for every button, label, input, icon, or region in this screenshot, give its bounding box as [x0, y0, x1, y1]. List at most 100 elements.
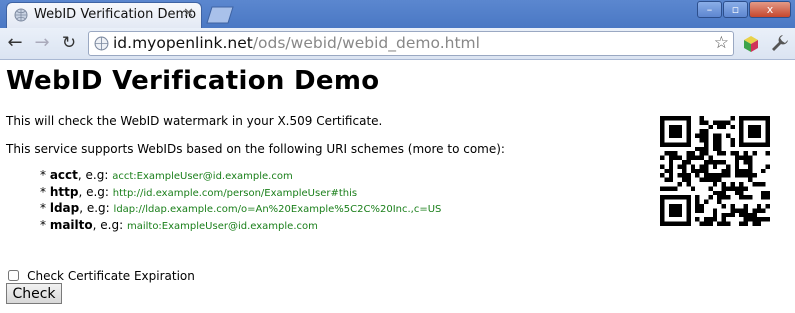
qr-module: [677, 124, 682, 130]
qr-module: [721, 195, 726, 200]
qr-module: [739, 182, 744, 187]
qr-module: [717, 146, 722, 152]
qr-module: [748, 142, 753, 147]
qr-module: [677, 204, 682, 209]
qr-module: [739, 212, 744, 218]
qr-module: [712, 160, 718, 165]
qr-module: [668, 177, 674, 182]
qr-module: [756, 116, 762, 121]
qr-module: [668, 116, 674, 121]
qr-module: [686, 142, 691, 147]
back-icon[interactable]: ←: [4, 32, 26, 54]
qr-module: [699, 151, 704, 156]
window-controls: – ▫ x: [696, 1, 791, 19]
wrench-icon[interactable]: [770, 33, 790, 53]
qr-module: [752, 212, 757, 218]
qr-module: [699, 133, 704, 138]
qr-module: [748, 173, 753, 178]
qr-module: [761, 208, 766, 213]
star-icon[interactable]: ☆: [714, 33, 729, 53]
qr-module: [699, 146, 704, 152]
qr-module: [726, 195, 731, 200]
qr-module: [695, 155, 700, 160]
qr-module: [673, 208, 678, 213]
qr-module: [668, 204, 674, 209]
maximize-button[interactable]: ▫: [723, 1, 748, 18]
qr-module: [660, 186, 665, 191]
qr-module: [664, 116, 669, 121]
qr-module: [721, 217, 726, 222]
qr-module: [743, 204, 748, 209]
qr-module: [682, 221, 687, 226]
qr-module: [673, 124, 678, 130]
qr-module: [660, 129, 665, 134]
extension-icon[interactable]: [741, 34, 761, 54]
close-icon[interactable]: ✕: [183, 6, 194, 21]
qr-module: [704, 221, 709, 226]
qr-module: [708, 177, 713, 182]
qr-module: [668, 168, 674, 174]
qr-module: [660, 155, 665, 160]
qr-module: [695, 133, 700, 138]
qr-module: [686, 124, 691, 130]
qr-module: [695, 173, 700, 178]
qr-module: [739, 173, 744, 178]
eg-label: , e.g:: [78, 184, 109, 199]
qr-module: [717, 138, 722, 143]
qr-module: [721, 151, 726, 156]
qr-module: [677, 195, 682, 200]
address-bar[interactable]: id.myopenlink.net/ods/webid/webid_demo.h…: [88, 31, 734, 56]
qr-module: [677, 133, 682, 138]
qr-module: [673, 221, 678, 226]
qr-module: [734, 160, 740, 165]
qr-module: [660, 120, 665, 125]
qr-module: [712, 120, 718, 125]
qr-module: [765, 190, 770, 196]
qr-module: [686, 182, 691, 187]
browser-tab[interactable]: WebID Verification Demo ✕: [6, 2, 202, 28]
qr-module: [686, 160, 691, 165]
qr-module: [660, 195, 665, 200]
qr-module: [686, 212, 691, 218]
qr-module: [756, 124, 762, 130]
qr-module: [739, 195, 744, 200]
minimize-button[interactable]: –: [697, 1, 722, 18]
qr-module: [726, 212, 731, 218]
qr-module: [717, 199, 722, 204]
qr-module: [664, 177, 669, 182]
check-expiration-checkbox[interactable]: [8, 270, 19, 281]
url-text: id.myopenlink.net/ods/webid/webid_demo.h…: [113, 34, 480, 52]
qr-module: [682, 168, 687, 174]
qr-module: [708, 186, 713, 191]
qr-module: [721, 160, 726, 165]
check-button[interactable]: Check: [6, 283, 62, 304]
qr-module: [677, 142, 682, 147]
qr-module: [752, 142, 757, 147]
qr-module: [660, 212, 665, 218]
qr-module: [708, 195, 713, 200]
qr-code: [660, 116, 770, 226]
supports-text: This service supports WebIDs based on th…: [6, 142, 505, 156]
qr-module: [712, 133, 718, 138]
qr-module: [704, 160, 709, 165]
new-tab-icon[interactable]: [206, 6, 234, 24]
qr-module: [756, 204, 762, 209]
qr-module: [699, 164, 704, 169]
qr-module: [752, 182, 757, 187]
qr-module: [673, 186, 678, 191]
qr-module: [734, 164, 740, 169]
forward-icon[interactable]: →: [31, 32, 53, 54]
window-close-button[interactable]: x: [749, 1, 791, 18]
qr-module: [717, 160, 722, 165]
qr-module: [699, 138, 704, 143]
scheme-example: acct:ExampleUser@id.example.com: [112, 171, 293, 182]
qr-module: [677, 173, 682, 178]
qr-module: [721, 182, 726, 187]
reload-icon[interactable]: ↻: [58, 32, 80, 54]
qr-module: [668, 208, 674, 213]
qr-module: [668, 124, 674, 130]
qr-module: [717, 151, 722, 156]
qr-module: [743, 151, 748, 156]
qr-module: [739, 142, 744, 147]
qr-module: [677, 164, 682, 169]
